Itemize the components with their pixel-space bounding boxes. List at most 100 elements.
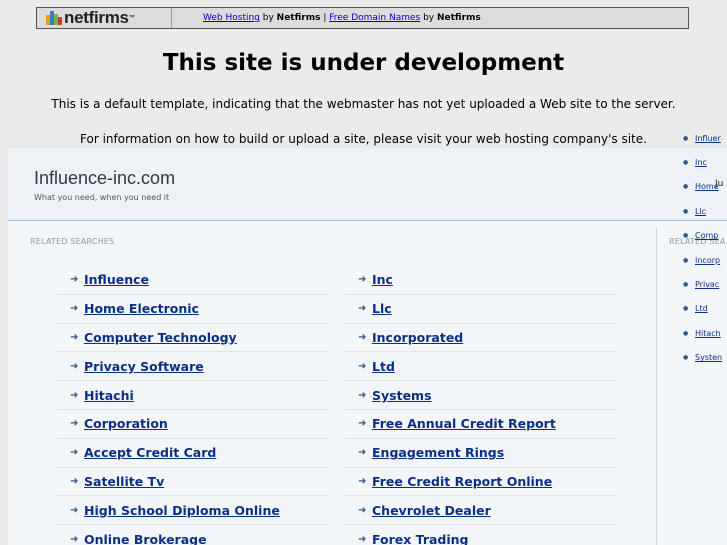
related-search-link[interactable]: Home Electronic (84, 301, 199, 316)
arrow-icon: ➜ (358, 274, 367, 286)
bullet-icon: ● (683, 183, 689, 191)
related-search-link[interactable]: Llc (372, 301, 392, 316)
related-search-link[interactable]: Forex Trading (372, 532, 469, 545)
related-search-link[interactable]: Hitachi (84, 388, 134, 403)
sidebar-link[interactable]: Comp (695, 231, 718, 240)
domain-tagline: What you need, when you need it (34, 193, 170, 202)
sidebar-link-list: ● Influer ● Inc ● Home ● Llc ● Comp ● Incorp ● Privac… (680, 126, 727, 370)
arrow-icon: ➜ (70, 274, 79, 286)
arrow-icon: ➜ (70, 331, 79, 343)
related-search-row: ➜ Home Electronic (58, 295, 328, 324)
web-hosting-link[interactable]: Web Hosting (203, 13, 260, 23)
arrow-icon: ➜ (70, 447, 79, 459)
related-search-row: ➜ Inc (346, 266, 616, 295)
arrow-icon: ➜ (70, 418, 79, 430)
related-search-link[interactable]: Free Credit Report Online (372, 474, 552, 489)
sidebar-link[interactable]: Llc (695, 207, 706, 216)
related-search-row: ➜ Privacy Software (58, 352, 328, 382)
related-search-link[interactable]: Privacy Software (84, 359, 204, 374)
related-search-row: ➜ Accept Credit Card (58, 439, 328, 468)
related-search-link[interactable]: Online Brokerage (84, 532, 207, 545)
sidebar-link[interactable]: Ltd (695, 304, 708, 313)
related-search-link[interactable]: Computer Technology (84, 330, 237, 345)
arrow-icon: ➜ (358, 303, 367, 315)
related-search-row: ➜ Influence (58, 266, 328, 295)
related-search-link[interactable]: Corporation (84, 416, 168, 431)
netfirms-logo-tm: ™ (128, 15, 135, 21)
related-search-link[interactable]: Engagement Rings (372, 445, 504, 460)
bullet-icon: ● (683, 159, 689, 167)
page-title: This site is under development (162, 50, 565, 76)
related-search-row: ➜ Ltd (346, 352, 616, 382)
sidebar-item: ● Home (680, 175, 727, 199)
arrow-icon: ➜ (358, 475, 367, 487)
netfirms-brand: Netfirms (436, 13, 481, 23)
arrow-icon: ➜ (70, 504, 79, 516)
arrow-icon: ➜ (70, 303, 79, 315)
related-search-row: ➜ Llc (346, 295, 616, 324)
arrow-icon: ➜ (358, 447, 367, 459)
parked-domain-frame: Influence-inc.com What you need, when yo… (8, 148, 727, 545)
netfirms-logo-icon (46, 11, 62, 25)
netfirms-links: Web Hosting by Netfirms | Free Domain Na… (203, 13, 481, 23)
related-search-link[interactable]: Inc (372, 272, 393, 287)
free-domain-names-link[interactable]: Free Domain Names (329, 13, 420, 23)
sidebar-item: ● Hitach (680, 321, 727, 345)
parked-header: Influence-inc.com What you need, when yo… (8, 148, 727, 221)
related-search-row: ➜ Corporation (58, 410, 328, 439)
bullet-icon: ● (683, 256, 689, 264)
arrow-icon: ➜ (358, 534, 367, 545)
arrow-icon: ➜ (358, 360, 367, 372)
netfirms-banner: netfirms ™ Web Hosting by Netfirms | Free… (36, 7, 689, 29)
separator: | (320, 13, 330, 23)
related-search-link[interactable]: Ltd (372, 359, 395, 374)
sidebar-link[interactable]: Influer (695, 134, 721, 143)
related-search-row: ➜ Online Brokerage (58, 525, 328, 545)
netfirms-logo[interactable]: netfirms ™ (37, 8, 172, 28)
related-search-row: ➜ Computer Technology (58, 324, 328, 353)
related-search-link[interactable]: Incorporated (372, 330, 463, 345)
related-search-link[interactable]: High School Diploma Online (84, 503, 280, 518)
sidebar-link[interactable]: Home (695, 182, 719, 191)
sidebar-link[interactable]: Inc (695, 158, 707, 167)
related-search-row: ➜ Forex Trading (346, 525, 616, 545)
related-search-link[interactable]: Free Annual Credit Report (372, 416, 556, 431)
bullet-icon: ● (683, 232, 689, 240)
bullet-icon: ● (683, 329, 689, 337)
related-search-row: ➜ Satellite Tv (58, 468, 328, 497)
sidebar-item: ● Incorp (680, 248, 727, 272)
related-search-row: ➜ Free Credit Report Online (346, 468, 616, 497)
sidebar-link[interactable]: Privac (695, 280, 719, 289)
sidebar-item: ● Privac (680, 272, 727, 296)
netfirms-brand: Netfirms (276, 13, 321, 23)
related-search-row: ➜ Free Annual Credit Report (346, 410, 616, 439)
arrow-icon: ➜ (70, 534, 79, 545)
arrow-icon: ➜ (70, 389, 79, 401)
bullet-icon: ● (683, 281, 689, 289)
related-searches-column-2: ➜ Inc ➜ Llc ➜ Incorporated ➜ Ltd ➜ Systems ➜ Free A… (346, 266, 616, 545)
by-text: by (259, 13, 277, 23)
related-search-row: ➜ Hitachi (58, 381, 328, 410)
sidebar-link[interactable]: Incorp (695, 256, 720, 265)
related-search-link[interactable]: Influence (84, 272, 149, 287)
bullet-icon: ● (683, 354, 689, 362)
hosting-info-message: For information on how to build or uploa… (80, 132, 647, 146)
related-searches-column-1: ➜ Influence ➜ Home Electronic ➜ Computer Tech… (58, 266, 328, 545)
sidebar-item: ● Comp (680, 224, 727, 248)
bullet-icon: ● (683, 305, 689, 313)
sidebar-item: ● Influer (680, 126, 727, 150)
related-search-link[interactable]: Satellite Tv (84, 474, 164, 489)
related-search-link[interactable]: Accept Credit Card (84, 445, 216, 460)
sidebar-link[interactable]: Systen (695, 353, 722, 362)
by-text: by (420, 13, 437, 23)
related-search-link[interactable]: Chevrolet Dealer (372, 503, 491, 518)
sidebar-item: ● Systen (680, 346, 727, 370)
bullet-icon: ● (683, 134, 689, 142)
bullet-icon: ● (683, 207, 689, 215)
related-searches-title: RELATED SEARCHES (30, 237, 115, 246)
sidebar-link[interactable]: Hitach (695, 329, 721, 338)
related-search-link[interactable]: Systems (372, 388, 432, 403)
arrow-icon: ➜ (358, 331, 367, 343)
netfirms-logo-text: netfirms (64, 8, 129, 27)
arrow-icon: ➜ (358, 418, 367, 430)
